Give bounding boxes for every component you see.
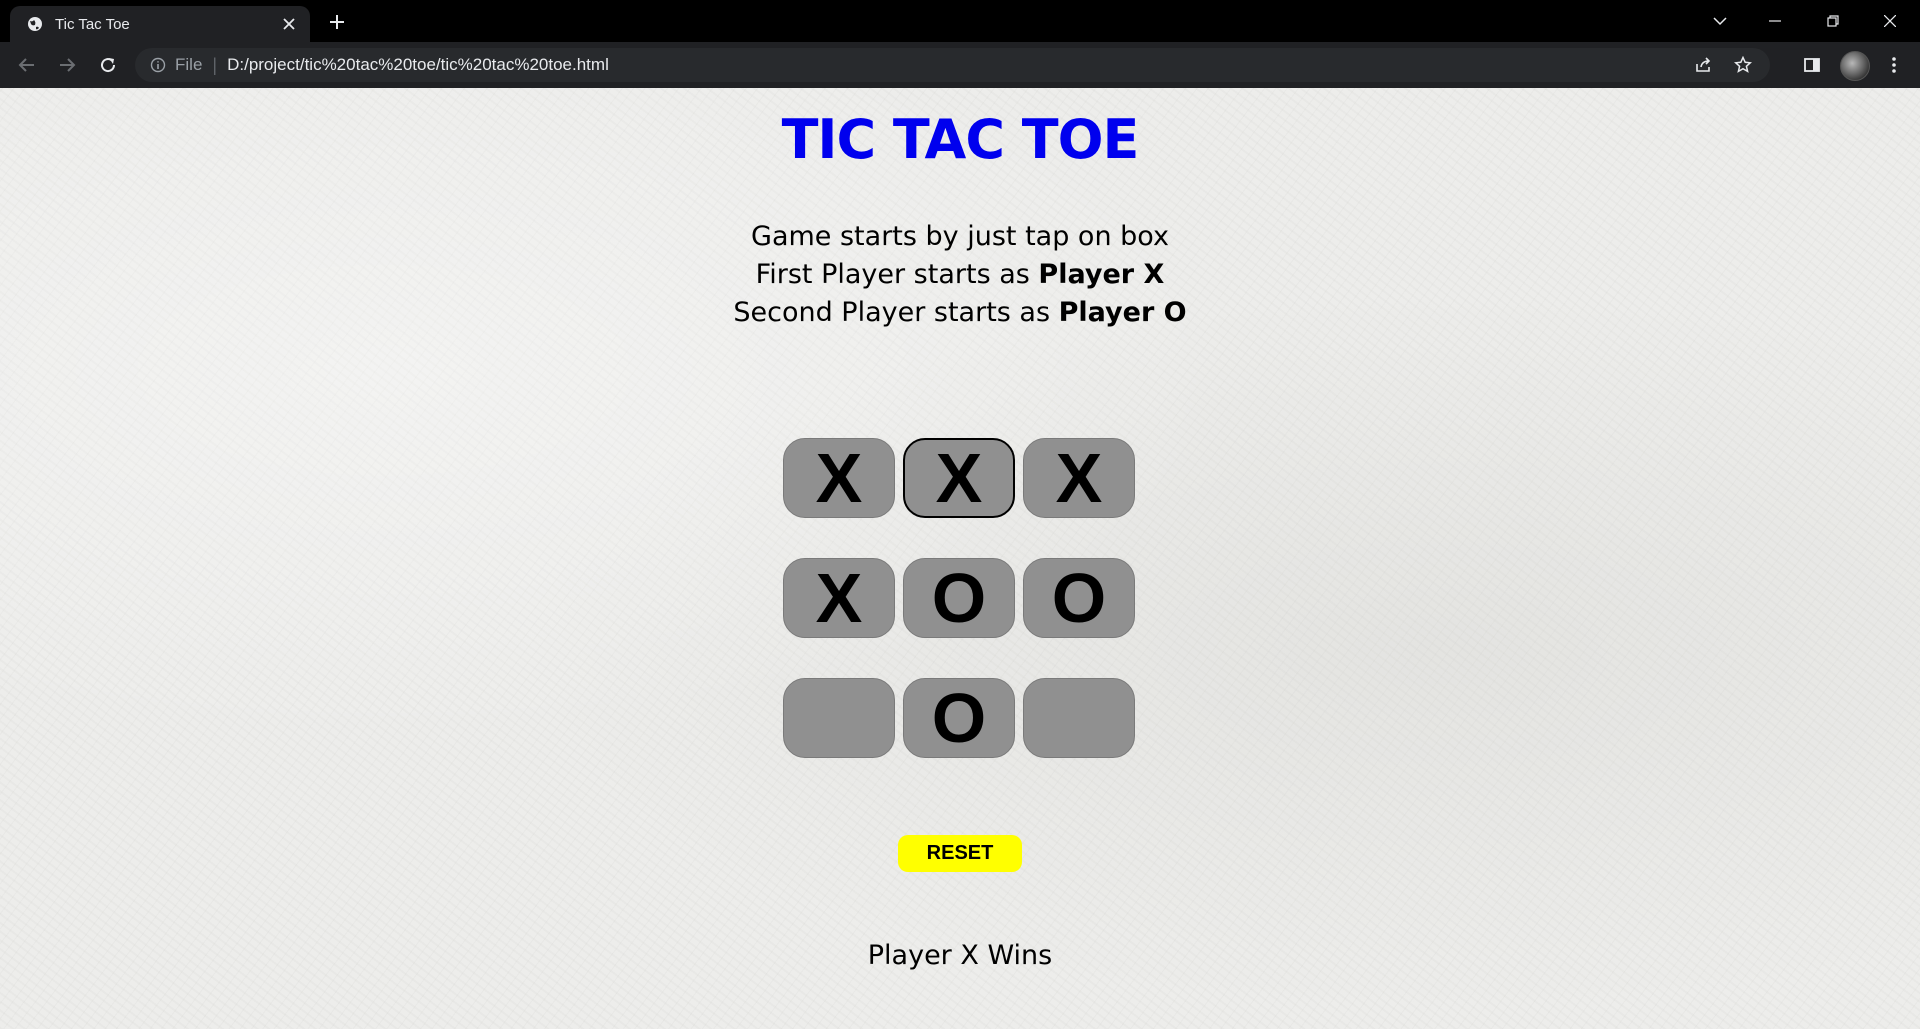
info-icon[interactable] [149,56,167,74]
more-menu-icon[interactable] [1881,52,1907,78]
game-result: Player X Wins [867,940,1053,971]
minimize-icon[interactable] [1762,8,1788,34]
url-text[interactable]: D:/project/tic%20tac%20toe/tic%20tac%20t… [227,55,1690,75]
instruction-line-3: Second Player starts as Player O [0,294,1920,332]
instruction-line-1: Game starts by just tap on box [751,221,1169,252]
board-cell-5[interactable]: O [903,558,1015,638]
page-content: TIC TAC TOE Game starts by just tap on b… [0,88,1920,1029]
browser-toolbar: File | D:/project/tic%20tac%20toe/tic%20… [0,42,1920,88]
board-cell-9[interactable] [1023,678,1135,758]
board-cell-2[interactable]: X [903,438,1015,518]
instructions: Game starts by just tap on box First Pla… [0,218,1920,332]
forward-arrow-icon[interactable] [54,52,80,78]
instruction-line-2-text: First Player starts as [755,259,1039,290]
tab-bar: Tic Tac Toe [0,0,1920,42]
globe-icon [27,16,43,32]
restore-icon[interactable] [1820,8,1846,34]
board-cell-1[interactable]: X [783,438,895,518]
board-cell-8[interactable]: O [903,678,1015,758]
reload-icon[interactable] [95,52,121,78]
instruction-player-o: Player O [1058,297,1187,328]
tab-search-chevron-down-icon[interactable] [1707,8,1733,34]
instruction-player-x: Player X [1038,259,1165,290]
side-panel-icon[interactable] [1799,52,1825,78]
reset-button[interactable]: RESET [898,835,1022,872]
back-arrow-icon[interactable] [14,52,40,78]
bookmark-star-icon[interactable] [1730,52,1756,78]
close-icon[interactable] [278,13,300,35]
board-cell-6[interactable]: O [1023,558,1135,638]
url-scheme-label: File [175,55,203,74]
page-title: TIC TAC TOE [781,108,1140,171]
share-icon[interactable] [1690,52,1716,78]
board-cell-4[interactable]: X [783,558,895,638]
window-close-icon[interactable] [1877,8,1903,34]
browser-tab[interactable]: Tic Tac Toe [10,6,310,42]
address-bar[interactable]: File | D:/project/tic%20tac%20toe/tic%20… [135,48,1770,82]
new-tab-button[interactable] [325,10,349,34]
tab-title: Tic Tac Toe [55,15,130,33]
board-cell-3[interactable]: X [1023,438,1135,518]
instruction-line-2: First Player starts as Player X [0,256,1920,294]
url-separator: | [212,54,218,75]
board-cell-7[interactable] [783,678,895,758]
instruction-line-3-text: Second Player starts as [733,297,1059,328]
profile-avatar[interactable] [1840,51,1870,81]
